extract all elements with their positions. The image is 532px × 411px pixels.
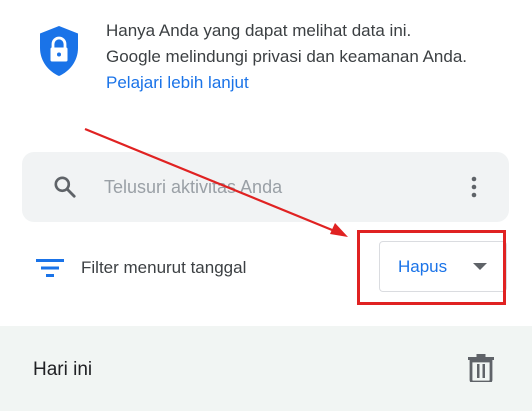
caret-down-icon [473, 263, 487, 270]
filter-icon[interactable] [36, 258, 64, 278]
search-icon[interactable] [52, 174, 78, 200]
privacy-notice: Hanya Anda yang dapat melihat data ini. … [106, 18, 516, 96]
delete-dropdown-button[interactable]: Hapus [379, 241, 507, 292]
learn-more-link[interactable]: Pelajari lebih lanjut [106, 73, 249, 92]
trash-icon[interactable] [468, 354, 494, 382]
search-input[interactable] [104, 171, 434, 203]
filter-by-date-label[interactable]: Filter menurut tanggal [81, 258, 246, 278]
privacy-line-1: Hanya Anda yang dapat melihat data ini. [106, 21, 412, 40]
today-section: Hari ini [0, 326, 532, 411]
search-bar [22, 152, 509, 222]
today-heading: Hari ini [33, 359, 93, 380]
shield-lock-icon [40, 26, 78, 76]
privacy-line-2: Google melindungi privasi dan keamanan A… [106, 47, 468, 66]
more-vert-icon[interactable] [464, 174, 484, 200]
delete-dropdown-label: Hapus [398, 257, 448, 276]
